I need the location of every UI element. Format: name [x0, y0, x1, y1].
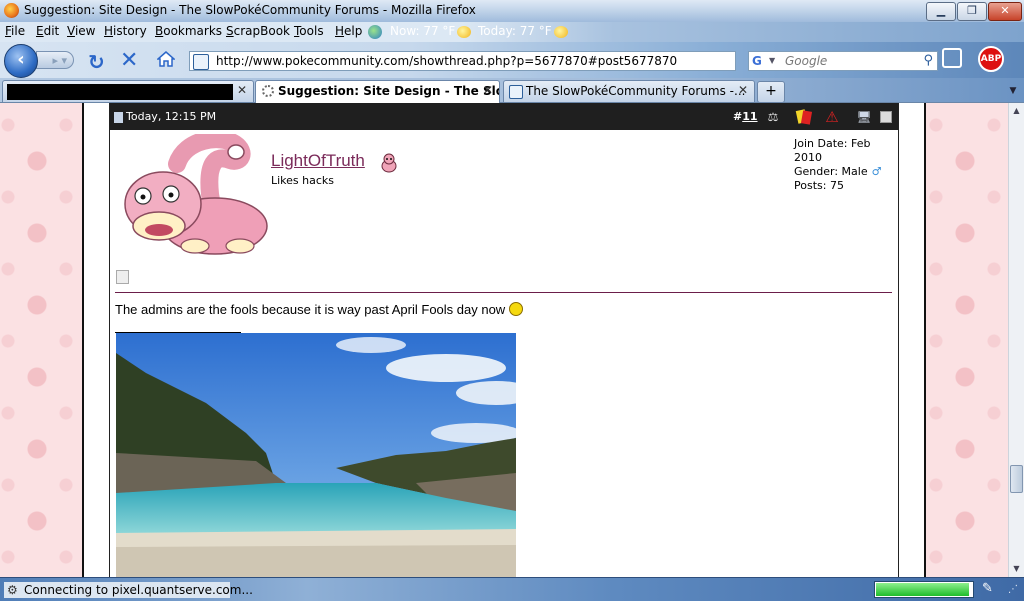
status-text: ⚙ Connecting to pixel.quantserve.com... [4, 582, 253, 598]
reload-icon[interactable]: ↻ [88, 50, 105, 74]
back-button[interactable]: ‹ [4, 44, 38, 78]
smiley-icon [509, 302, 524, 316]
address-bar[interactable]: http://www.pokecommunity.com/showthread.… [189, 51, 921, 71]
beach-photo[interactable] [116, 333, 516, 577]
menu-tools[interactable]: Tools [294, 24, 324, 38]
scroll-up-icon[interactable]: ▲ [1010, 104, 1023, 118]
menu-bar: File Edit View History Bookmarks ScrapBo… [0, 22, 1024, 42]
firefox-icon [4, 3, 19, 18]
search-placeholder[interactable]: Google [785, 54, 827, 68]
user-info: Join Date: Feb 2010 Gender: Male ♂ Posts:… [794, 137, 898, 193]
stop-icon[interactable]: ✕ [120, 48, 138, 73]
weather-today[interactable]: Today: 77 °F [478, 24, 568, 38]
page-border-left [82, 103, 84, 577]
tab-close-icon[interactable]: ✕ [237, 83, 247, 97]
menu-view[interactable]: View [67, 24, 95, 38]
join-date: Join Date: Feb 2010 [794, 137, 871, 164]
tab-label: Suggestion: Site Design - The Slo... [278, 84, 500, 98]
progress-fill [876, 583, 969, 596]
menu-history[interactable]: History [104, 24, 147, 38]
tab-redacted[interactable]: ✕ [2, 80, 254, 102]
partly-sunny-icon [553, 25, 568, 38]
post-icon [114, 112, 123, 123]
message-icon[interactable] [116, 270, 129, 284]
post-count: Posts: 75 [794, 179, 844, 192]
tab-label: The SlowPokéCommunity Forums -... [526, 84, 746, 98]
forward-arrow-icon: ▸ ▾ [52, 54, 67, 67]
pencil-icon[interactable]: ✎ [982, 581, 993, 596]
tab-bar: ✕ Suggestion: Site Design - The Slo... ✕… [0, 78, 1024, 103]
site-favicon-icon [509, 85, 523, 99]
vertical-scrollbar[interactable]: ▲ ▼ [1008, 103, 1024, 577]
new-tab-button[interactable]: + [757, 81, 785, 103]
weather-today-text: Today: 77 °F [478, 24, 552, 38]
gender: Gender: Male [794, 165, 868, 178]
engine-dropdown-icon[interactable]: ▼ [769, 56, 775, 65]
user-sprite-icon [381, 153, 397, 173]
maximize-button[interactable]: ❐ [957, 2, 987, 21]
warning-icon[interactable]: ⚠ [824, 109, 840, 125]
user-title: Likes hacks [271, 174, 335, 187]
page-load-progress [874, 581, 974, 598]
search-magnifier-icon[interactable]: ⚲ [923, 53, 933, 68]
redaction-block [7, 84, 233, 100]
username-link[interactable]: LightOfTruth [271, 151, 365, 171]
male-icon: ♂ [871, 165, 882, 178]
tab-forums[interactable]: The SlowPokéCommunity Forums -... ✕ [503, 80, 755, 102]
computer-icon[interactable]: 🖥 [856, 109, 872, 125]
scroll-thumb[interactable] [1010, 465, 1023, 493]
google-engine-icon[interactable]: G [752, 54, 762, 68]
gender-row: Gender: Male ♂ [794, 165, 898, 179]
page-border-right [924, 103, 926, 577]
post-divider [115, 292, 892, 293]
weather-now[interactable]: Now: 77 °F [390, 24, 472, 38]
post-select-checkbox[interactable] [880, 111, 892, 123]
forward-button[interactable]: ▸ ▾ [36, 51, 74, 69]
status-gear-icon: ⚙ [7, 583, 18, 597]
post-header: Today, 12:15 PM #11 ⚖ ⚠ 🖥 [110, 103, 898, 130]
loading-spinner-icon [262, 85, 274, 97]
site-identity-icon[interactable] [193, 54, 209, 70]
url-text[interactable]: http://www.pokecommunity.com/showthread.… [216, 54, 677, 68]
scroll-down-icon[interactable]: ▼ [1010, 562, 1023, 576]
avatar[interactable] [115, 134, 270, 259]
windows-icon[interactable] [942, 48, 962, 68]
report-cards-icon[interactable] [795, 109, 813, 125]
search-bar[interactable]: G ▼ Google ⚲ [748, 51, 938, 71]
status-bar: ⚙ Connecting to pixel.quantserve.com... … [0, 577, 1024, 601]
menu-scrapbook[interactable]: ScrapBook [226, 24, 290, 38]
menu-help[interactable]: Help [335, 24, 362, 38]
partly-sunny-icon [457, 25, 472, 38]
menu-edit[interactable]: Edit [36, 24, 59, 38]
tab-close-icon[interactable]: ✕ [738, 83, 748, 97]
navigation-toolbar: ▸ ▾ ‹ ↻ ✕ http://www.pokecommunity.com/s… [0, 42, 1024, 78]
tab-close-icon[interactable]: ✕ [483, 83, 493, 97]
minimize-button[interactable]: ▁ [926, 2, 956, 21]
post-body-text: The admins are the fools because it is w… [115, 302, 506, 317]
post-number: #11 [733, 110, 758, 123]
adblock-icon[interactable]: ABP [978, 46, 1004, 72]
scales-icon[interactable]: ⚖ [765, 109, 781, 125]
post-date: Today, 12:15 PM [126, 110, 217, 123]
close-window-button[interactable]: ✕ [988, 2, 1022, 21]
globe-icon[interactable] [368, 25, 382, 39]
weather-now-text: Now: 77 °F [390, 24, 456, 38]
status-message: Connecting to pixel.quantserve.com... [24, 583, 253, 597]
menu-bookmarks[interactable]: Bookmarks [155, 24, 222, 38]
resize-grip-icon[interactable]: ⋰ [1008, 584, 1018, 595]
page-viewport[interactable]: Today, 12:15 PM #11 ⚖ ⚠ 🖥 LightOfTruth L… [0, 103, 1008, 577]
post-number-link[interactable]: 11 [742, 110, 757, 123]
tab-suggestion-site-design[interactable]: Suggestion: Site Design - The Slo... ✕ [255, 80, 500, 103]
tab-list-dropdown-icon[interactable]: ▼ [1004, 81, 1022, 101]
back-arrow-icon: ‹ [17, 49, 25, 70]
post-number-prefix: # [733, 110, 743, 123]
post-body: The admins are the fools because it is w… [115, 302, 524, 317]
menu-file[interactable]: File [5, 24, 25, 38]
forum-post: Today, 12:15 PM #11 ⚖ ⚠ 🖥 LightOfTruth L… [109, 103, 899, 577]
window-title: Suggestion: Site Design - The SlowPokéCo… [24, 3, 476, 17]
home-icon[interactable] [157, 51, 175, 67]
window-titlebar: Suggestion: Site Design - The SlowPokéCo… [0, 0, 1024, 23]
